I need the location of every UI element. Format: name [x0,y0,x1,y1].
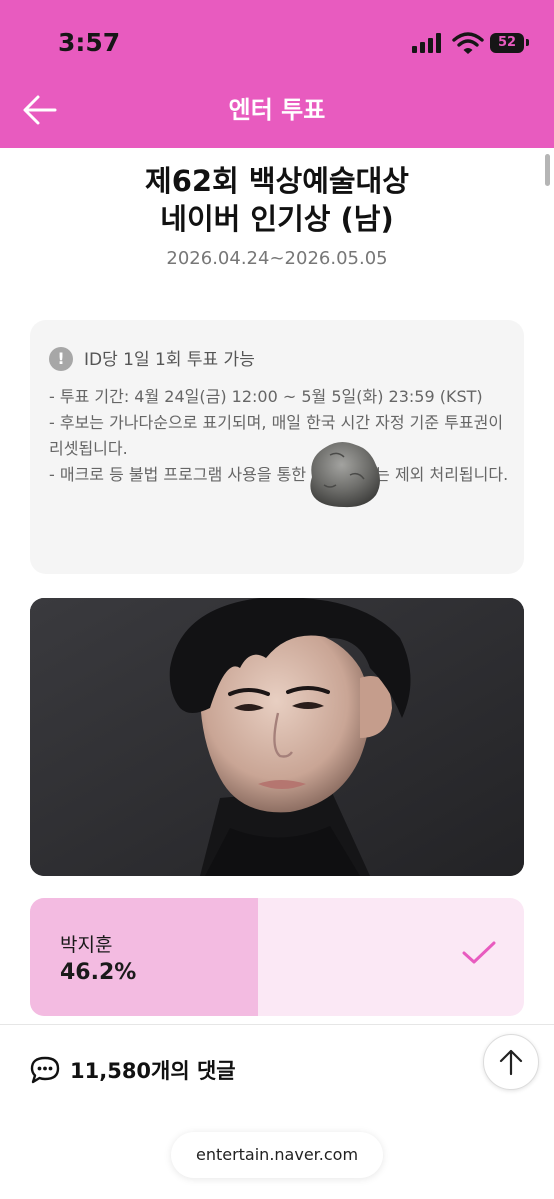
vote-title-line2: 네이버 인기상 (남) [160,202,394,236]
notice-heading: ID당 1일 1회 투표 가능 [84,350,255,370]
battery-level: 52 [497,35,517,50]
wifi-icon [452,32,484,54]
battery-icon: 52 [490,33,524,53]
comment-bubble-icon[interactable] [29,1055,61,1085]
rock-sticker [310,441,380,508]
arrow-up-icon [499,1049,523,1076]
notice-line: - 후보는 가나다순으로 표기되며, 매일 한국 시간 자정 기준 투표권이 리… [49,413,504,458]
vote-percent-bar [30,898,259,1016]
vote-title-line1: 제62회 백상예술대상 [145,164,409,198]
vote-period: 2026.04.24~2026.05.05 [166,248,388,269]
battery-nub [526,39,529,46]
app-header-bar: 3:57 52 엔터 투표 [0,0,554,148]
notice-box: ! ID당 1일 1회 투표 가능 - 투표 기간: 4월 24일(금) 12:… [30,320,524,574]
notice-line: - 투표 기간: 4월 24일(금) 12:00 ~ 5월 5일(화) 23:5… [49,387,483,406]
exclamation-icon: ! [49,347,73,371]
header-title: 엔터 투표 [228,96,326,124]
cellular-signal-icon [412,33,441,53]
candidate-photo [30,598,524,876]
divider [0,1024,554,1025]
comment-count[interactable]: 11,580개의 댓글 [70,1055,236,1085]
candidate-vote-card[interactable]: 박지훈 46.2% [30,898,524,1016]
scroll-to-top-button[interactable] [483,1034,539,1090]
vote-page: 3:57 52 엔터 투표 제62회 백상예술대상 네이버 인기상 (남) 20… [0,0,554,1199]
status-icons: 52 [412,31,532,57]
status-time: 3:57 [58,28,121,57]
candidate-name: 박지훈 [60,934,113,956]
browser-url-bar[interactable]: entertain.naver.com [171,1132,383,1178]
vote-title: 제62회 백상예술대상 네이버 인기상 (남) [0,162,554,238]
notice-body: - 투표 기간: 4월 24일(금) 12:00 ~ 5월 5일(화) 23:5… [49,384,509,488]
notice-line: - 매크로 등 불법 프로그램 사용을 통한 투표 결과는 제외 처리됩니다. [49,465,509,484]
candidate-percent: 46.2% [60,960,137,985]
checkmark-icon [462,941,496,964]
candidate-portrait-image [30,598,524,876]
